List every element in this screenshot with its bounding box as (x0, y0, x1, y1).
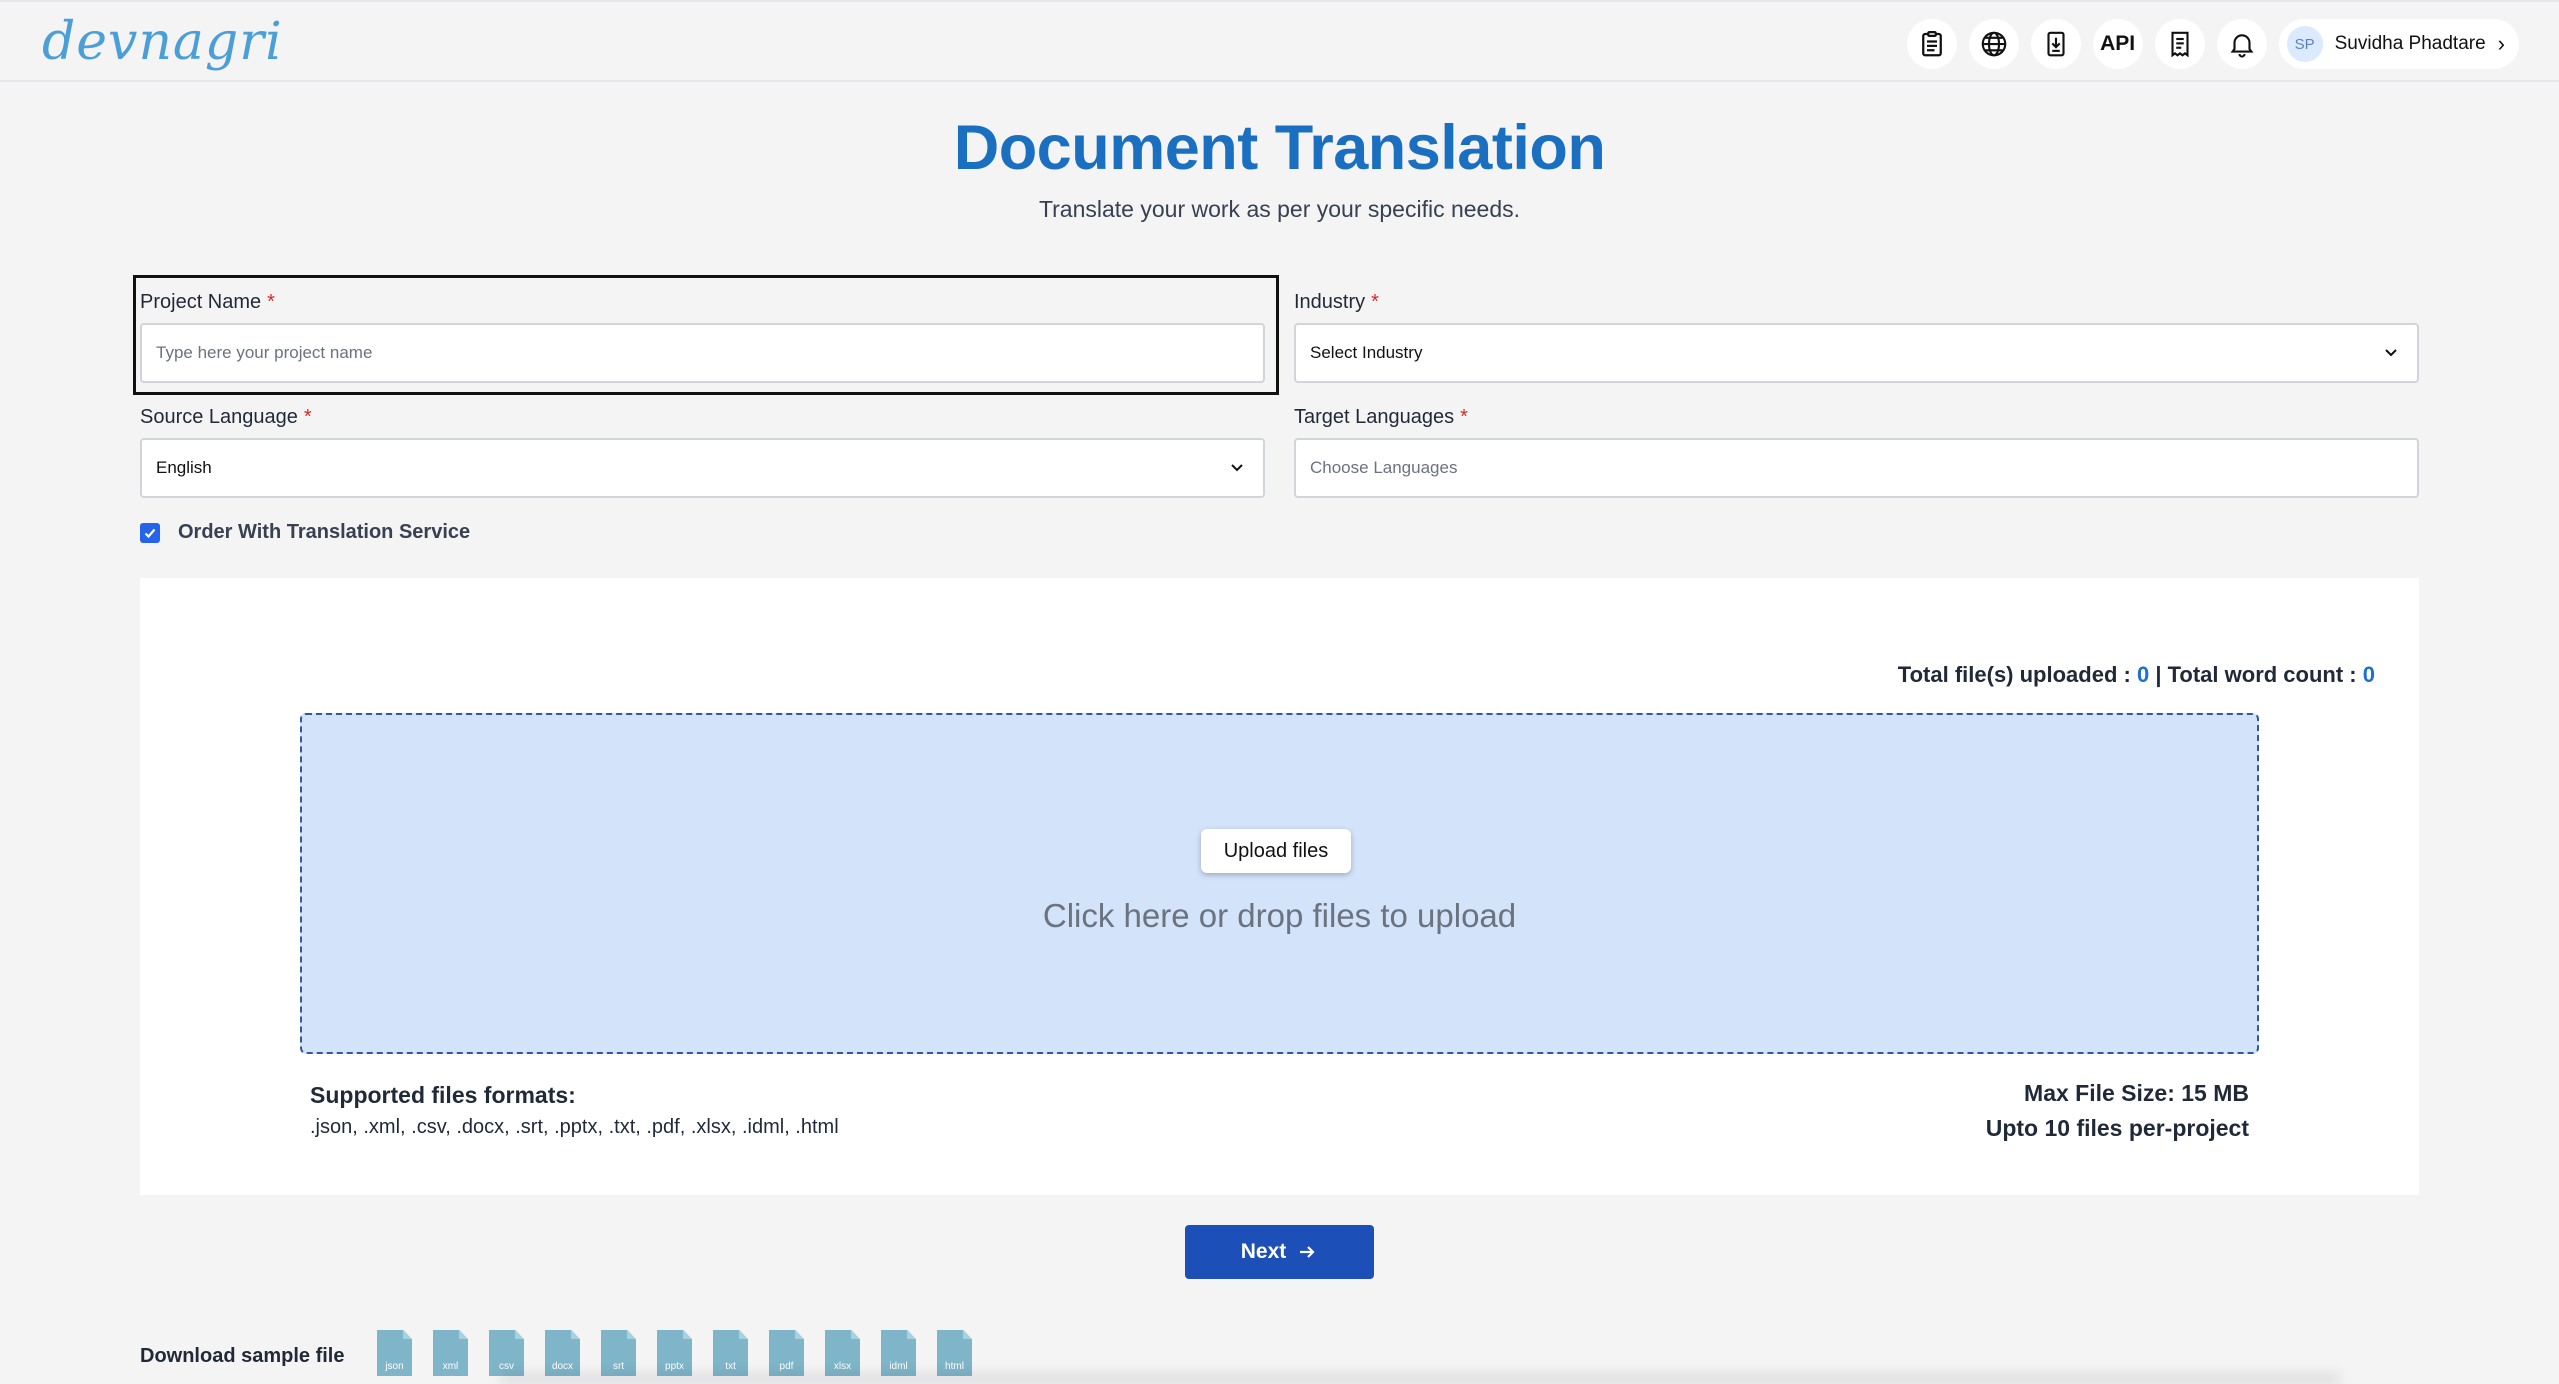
total-files-count: 0 (2136, 662, 2150, 687)
target-languages-placeholder: Choose Languages (1310, 458, 1458, 477)
document-download-icon[interactable] (2030, 19, 2081, 69)
total-files-label: Total file(s) uploaded : (1897, 662, 2131, 687)
receipt-icon[interactable] (2154, 19, 2205, 69)
target-languages-multiselect[interactable]: Choose Languages (1294, 438, 2419, 498)
sample-file-html[interactable]: html (937, 1330, 972, 1376)
dropzone-hint: Click here or drop files to upload (1042, 897, 1517, 934)
sample-files-list: json xml csv docx srt pptx txt pdf xlsx … (377, 1330, 972, 1376)
sample-file-docx[interactable]: docx (545, 1330, 580, 1376)
total-words-count: 0 (2362, 662, 2375, 687)
industry-selected-value: Select Industry (1310, 343, 1423, 362)
required-marker: * (1460, 406, 1468, 428)
top-navbar: devnagri API SP Suvidha Phadtare › (0, 0, 2559, 82)
arrow-right-icon (1300, 1246, 1315, 1258)
sample-file-ext: docx (551, 1361, 574, 1372)
industry-label: Industry * (1294, 291, 1379, 314)
api-label: API (2100, 32, 2136, 55)
max-file-size: Max File Size: 15 MB (2024, 1080, 2249, 1106)
sample-file-ext: csv (499, 1361, 514, 1372)
supported-formats-title: Supported files formats: (310, 1082, 576, 1108)
page-subtitle: Translate your work as per your specific… (1038, 196, 1521, 222)
download-sample-label: Download sample file (140, 1345, 345, 1367)
project-name-label-text: Project Name (140, 291, 262, 313)
page-bottom-shadow (500, 1374, 2340, 1384)
required-marker: * (1371, 291, 1379, 313)
sample-file-ext: pdf (779, 1361, 794, 1372)
target-languages-label: Target Languages * (1294, 406, 1468, 429)
sample-file-ext: xml (442, 1361, 459, 1372)
sample-file-ext: txt (725, 1361, 736, 1372)
project-name-label: Project Name * (140, 291, 275, 314)
sample-file-ext: pptx (665, 1361, 684, 1372)
sample-file-ext: idml (889, 1361, 908, 1372)
chevron-right-icon: › (2497, 31, 2505, 56)
user-menu[interactable]: SP Suvidha Phadtare › (2278, 19, 2519, 69)
sample-file-ext: html (945, 1361, 964, 1372)
source-language-label-text: Source Language (140, 406, 298, 428)
sample-file-xlsx[interactable]: xlsx (825, 1330, 860, 1376)
required-marker: * (267, 291, 275, 313)
sample-file-ext: srt (612, 1361, 625, 1372)
devnagri-logo[interactable]: devnagri (42, 14, 283, 70)
sample-file-ext: xlsx (833, 1361, 852, 1372)
globe-icon[interactable] (1968, 19, 2019, 69)
total-words-label: Total word count : (2167, 662, 2357, 687)
upload-files-button[interactable]: Upload files (1201, 829, 1351, 873)
page-title: Document Translation (953, 113, 1606, 183)
next-button[interactable]: Next (1185, 1225, 1374, 1279)
check-icon (144, 528, 156, 538)
clipboard-icon[interactable] (1906, 19, 1957, 69)
header-actions: API SP Suvidha Phadtare › (1906, 19, 2519, 69)
sample-file-ext: json (385, 1361, 404, 1372)
chevron-down-icon (2385, 349, 2397, 357)
next-button-label: Next (1240, 1240, 1287, 1263)
sample-file-txt[interactable]: txt (713, 1330, 748, 1376)
required-marker: * (303, 406, 312, 428)
order-service-checkbox[interactable] (140, 522, 160, 543)
sample-file-idml[interactable]: idml (881, 1330, 916, 1376)
source-language-label: Source Language * (140, 406, 312, 429)
project-name-input[interactable] (140, 323, 1265, 383)
sample-file-srt[interactable]: srt (601, 1330, 636, 1376)
api-icon[interactable]: API (2092, 19, 2143, 69)
sample-file-json[interactable]: json (377, 1330, 412, 1376)
chevron-down-icon (1231, 464, 1243, 472)
order-service-label: Order With Translation Service (178, 521, 471, 543)
industry-label-text: Industry (1294, 291, 1366, 313)
supported-formats-list: .json, .xml, .csv, .docx, .srt, .pptx, .… (310, 1116, 839, 1138)
avatar: SP (2286, 26, 2323, 62)
sample-file-xml[interactable]: xml (433, 1330, 468, 1376)
order-service-checkbox-row[interactable]: Order With Translation Service (140, 521, 470, 544)
source-language-select[interactable]: English (140, 438, 1265, 498)
sample-file-pdf[interactable]: pdf (769, 1330, 804, 1376)
max-files-per-project: Upto 10 files per-project (1985, 1115, 2249, 1141)
sample-file-csv[interactable]: csv (489, 1330, 524, 1376)
user-name: Suvidha Phadtare (2334, 33, 2486, 54)
bell-icon[interactable] (2216, 19, 2267, 69)
industry-select[interactable]: Select Industry (1294, 323, 2419, 383)
source-language-selected-value: English (156, 458, 212, 477)
target-languages-label-text: Target Languages (1294, 406, 1455, 428)
sample-file-pptx[interactable]: pptx (657, 1330, 692, 1376)
upload-totals: Total file(s) uploaded : 0 | Total word … (1898, 662, 2375, 688)
totals-separator: | (2155, 662, 2162, 687)
file-dropzone[interactable] (300, 713, 2259, 1054)
